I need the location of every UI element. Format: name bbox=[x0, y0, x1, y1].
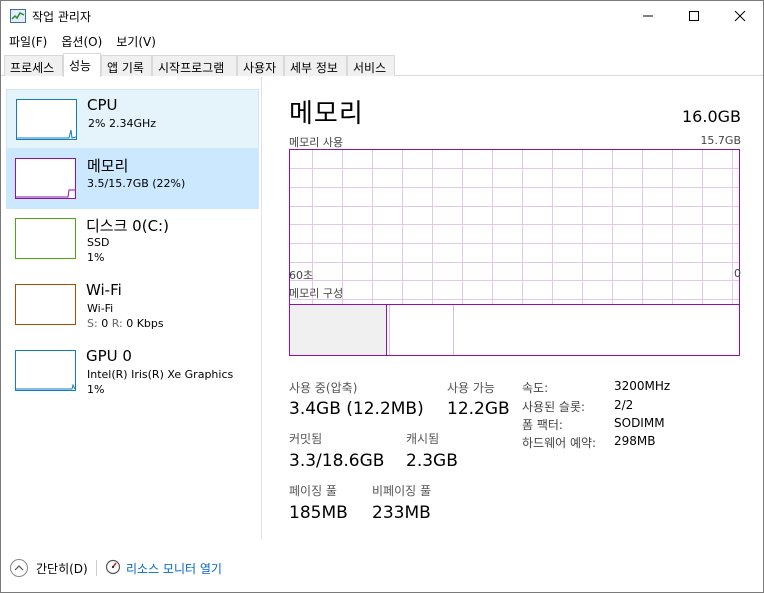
wifi-throughput: S: 0 R: 0 Kbps bbox=[87, 316, 164, 331]
composition-label: 메모리 구성 bbox=[289, 287, 344, 300]
available-label: 사용 가능 bbox=[447, 381, 495, 395]
memory-composition-bar bbox=[289, 304, 740, 356]
detail-title: 메모리 bbox=[289, 99, 364, 129]
speed-label: 속도: bbox=[522, 381, 549, 395]
resource-item-wifi[interactable]: Wi-Fi Wi-Fi S: 0 R: 0 Kbps bbox=[6, 276, 259, 338]
resource-item-gpu[interactable]: GPU 0 Intel(R) Iris(R) Xe Graphics 1% bbox=[6, 342, 259, 404]
chevron-up-icon bbox=[14, 565, 24, 571]
tab-users[interactable]: 사용자 bbox=[237, 55, 284, 76]
composition-modified[interactable] bbox=[389, 305, 390, 355]
available-value: 12.2GB bbox=[447, 399, 510, 419]
usage-graph-max: 15.7GB bbox=[700, 134, 741, 147]
nonpaged-pool-value: 233MB bbox=[372, 503, 431, 523]
total-capacity: 16.0GB bbox=[682, 107, 741, 126]
tab-strip: 프로세스 성능 앱 기록 시작프로그램 사용자 세부 정보 서비스 bbox=[1, 53, 763, 77]
resource-item-disk[interactable]: 디스크 0(C:) SSD 1% bbox=[6, 210, 259, 272]
footer-bar: 간단히(D) 리소스 모니터 열기 bbox=[1, 554, 763, 586]
composition-standby[interactable] bbox=[453, 305, 454, 355]
tab-details[interactable]: 세부 정보 bbox=[284, 55, 347, 76]
resource-title: 메모리 bbox=[87, 157, 129, 175]
graph-time-right: 0 bbox=[734, 267, 741, 280]
memory-mini-graph bbox=[15, 158, 76, 199]
tab-performance[interactable]: 성능 bbox=[63, 53, 101, 77]
maximize-button[interactable] bbox=[671, 1, 717, 31]
resource-monitor-icon[interactable] bbox=[105, 559, 121, 575]
collapse-button[interactable] bbox=[10, 559, 28, 577]
title-bar[interactable]: 작업 관리자 bbox=[1, 1, 763, 31]
hardware-reserved-label: 하드웨어 예약: bbox=[522, 436, 597, 450]
form-factor-value: SODIMM bbox=[614, 416, 665, 430]
receive-value: 0 Kbps bbox=[126, 317, 164, 330]
slots-value: 2/2 bbox=[614, 398, 634, 412]
resource-title: GPU 0 bbox=[86, 347, 132, 365]
resource-detail: 3.5/15.7GB (22%) bbox=[87, 177, 186, 190]
committed-label: 커밋됨 bbox=[289, 432, 323, 446]
paged-pool-value: 185MB bbox=[289, 503, 348, 523]
task-manager-window: 작업 관리자 파일(F) 옵션(O) 보기(V) 프로세스 성능 앱 기록 시작… bbox=[0, 0, 764, 593]
nonpaged-pool-label: 비페이징 풀 bbox=[372, 484, 432, 498]
menu-bar: 파일(F) 옵션(O) 보기(V) bbox=[1, 31, 763, 52]
graph-time-left: 60초 bbox=[289, 269, 314, 282]
task-manager-app-icon bbox=[10, 9, 26, 23]
tab-processes[interactable]: 프로세스 bbox=[4, 55, 63, 76]
resource-title: 디스크 0(C:) bbox=[86, 217, 169, 235]
speed-value: 3200MHz bbox=[614, 379, 671, 393]
resource-title: Wi-Fi bbox=[86, 281, 122, 299]
tab-startup[interactable]: 시작프로그램 bbox=[152, 55, 237, 76]
window-title: 작업 관리자 bbox=[32, 10, 92, 24]
disk-mini-graph bbox=[15, 218, 76, 259]
memory-detail-pane: 메모리 16.0GB 메모리 사용 15.7GB 60초 0 메모리 구성 사용… bbox=[263, 77, 763, 539]
usage-graph-label: 메모리 사용 bbox=[289, 136, 344, 149]
in-use-value: 3.4GB (12.2MB) bbox=[289, 399, 424, 419]
menu-options[interactable]: 옵션(O) bbox=[53, 31, 108, 52]
resource-item-cpu[interactable]: CPU 2% 2.34GHz bbox=[6, 89, 259, 149]
resource-title: CPU bbox=[87, 96, 118, 114]
cpu-mini-graph bbox=[16, 99, 77, 140]
close-icon bbox=[734, 10, 746, 22]
resource-usage: 1% bbox=[87, 251, 105, 264]
slots-label: 사용된 슬롯: bbox=[522, 400, 586, 414]
resource-detail: Intel(R) Iris(R) Xe Graphics bbox=[87, 368, 234, 381]
footer-divider bbox=[96, 560, 97, 576]
resource-detail: 2% 2.34GHz bbox=[88, 117, 157, 130]
menu-view[interactable]: 보기(V) bbox=[108, 31, 162, 52]
minimize-icon bbox=[643, 15, 653, 17]
collapse-label[interactable]: 간단히(D) bbox=[36, 560, 88, 577]
receive-label: R: bbox=[111, 317, 123, 330]
menu-file[interactable]: 파일(F) bbox=[1, 31, 53, 52]
resource-detail: SSD bbox=[87, 236, 110, 249]
cached-value: 2.3GB bbox=[406, 451, 458, 471]
resource-usage: 1% bbox=[87, 383, 105, 396]
form-factor-label: 폼 팩터: bbox=[522, 418, 563, 432]
cached-label: 캐시됨 bbox=[406, 432, 440, 446]
open-resource-monitor-link[interactable]: 리소스 모니터 열기 bbox=[126, 560, 222, 577]
resource-detail: Wi-Fi bbox=[87, 302, 114, 315]
in-use-label: 사용 중(압축) bbox=[289, 381, 358, 395]
tab-services[interactable]: 서비스 bbox=[347, 55, 395, 76]
committed-value: 3.3/18.6GB bbox=[289, 451, 385, 471]
hardware-reserved-value: 298MB bbox=[614, 434, 656, 448]
composition-in-use[interactable] bbox=[290, 305, 387, 355]
minimize-button[interactable] bbox=[625, 1, 671, 31]
tab-app-history[interactable]: 앱 기록 bbox=[101, 55, 152, 76]
resource-list: CPU 2% 2.34GHz 메모리 3.5/15.7GB (22%) 디스크 … bbox=[1, 77, 262, 539]
maximize-icon bbox=[689, 11, 699, 21]
gpu-mini-graph bbox=[15, 350, 76, 391]
resource-item-memory[interactable]: 메모리 3.5/15.7GB (22%) bbox=[6, 149, 259, 209]
close-button[interactable] bbox=[717, 1, 763, 31]
send-label: S: bbox=[87, 317, 98, 330]
wifi-mini-graph bbox=[15, 284, 76, 325]
paged-pool-label: 페이징 풀 bbox=[289, 484, 337, 498]
send-value: 0 bbox=[101, 317, 109, 330]
